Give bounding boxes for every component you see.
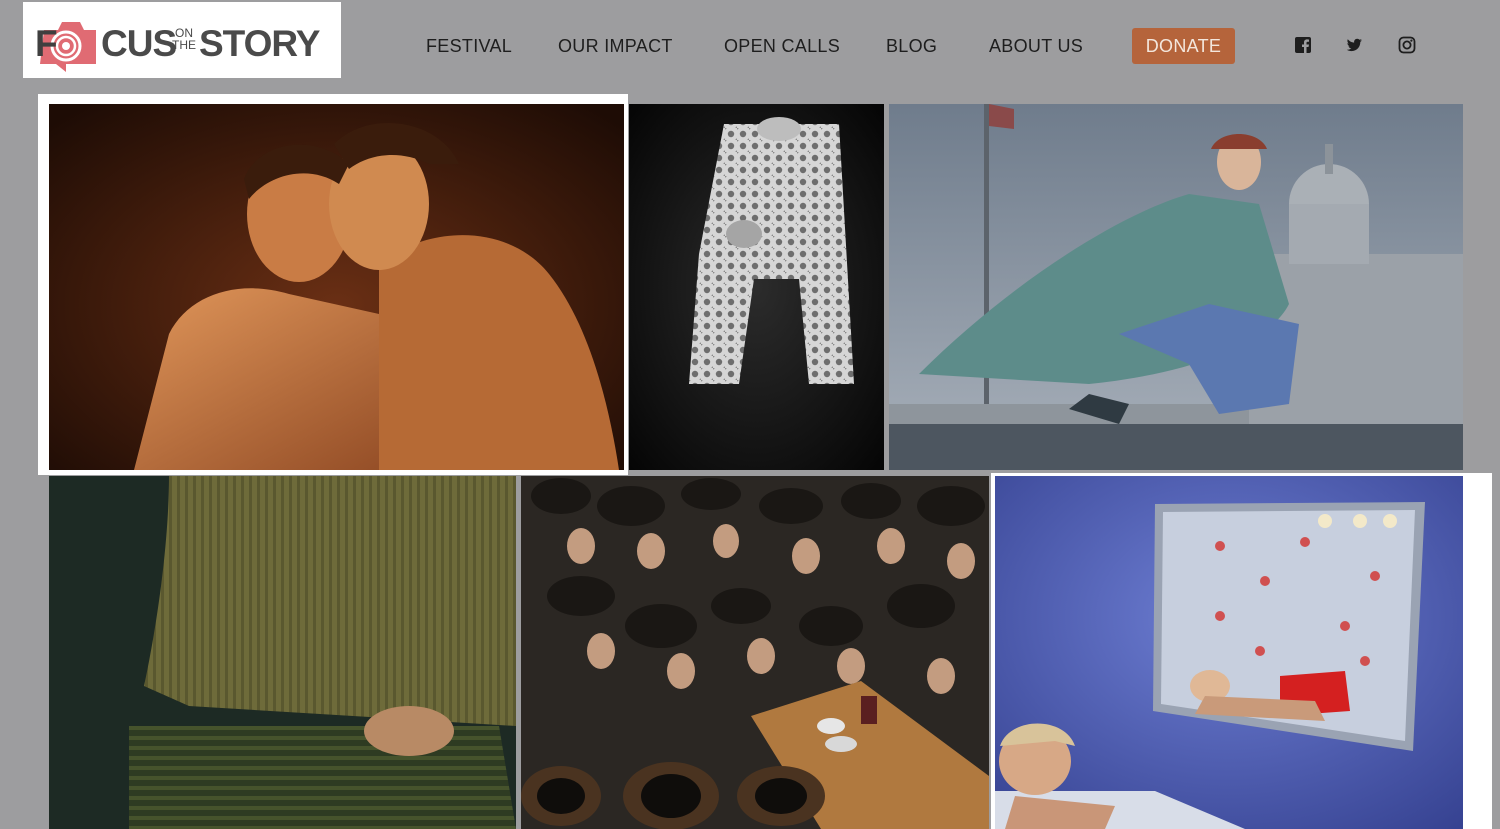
logo-letters-cus: CUS (101, 23, 177, 64)
nav-festival[interactable]: FESTIVAL (426, 36, 512, 57)
twitter-icon[interactable] (1345, 36, 1363, 54)
crowd-around-table-photo[interactable] (521, 476, 989, 829)
projected-pattern-photo[interactable] (629, 104, 884, 470)
logo-letter-f: F (35, 23, 58, 64)
nav-our-impact[interactable]: OUR IMPACT (558, 36, 673, 57)
instagram-icon[interactable] (1398, 36, 1416, 54)
nav-blog[interactable]: BLOG (886, 36, 937, 57)
nav-about-us[interactable]: ABOUT US (989, 36, 1083, 57)
logo-on-the: ON THE (169, 27, 199, 51)
green-fabric-photo[interactable] (49, 476, 516, 829)
facebook-icon[interactable] (1294, 36, 1312, 54)
nurse-city-hall-photo[interactable] (889, 104, 1463, 470)
donate-button[interactable]: DONATE (1132, 28, 1235, 64)
wrestlers-photo[interactable] (49, 104, 624, 470)
logo-story: STORY (199, 23, 320, 64)
nav-open-calls[interactable]: OPEN CALLS (724, 36, 840, 57)
logo-the: THE (172, 38, 196, 52)
site-logo[interactable]: F CUS ON THE STORY (23, 2, 341, 78)
mirror-blue-room-photo[interactable] (995, 476, 1463, 829)
